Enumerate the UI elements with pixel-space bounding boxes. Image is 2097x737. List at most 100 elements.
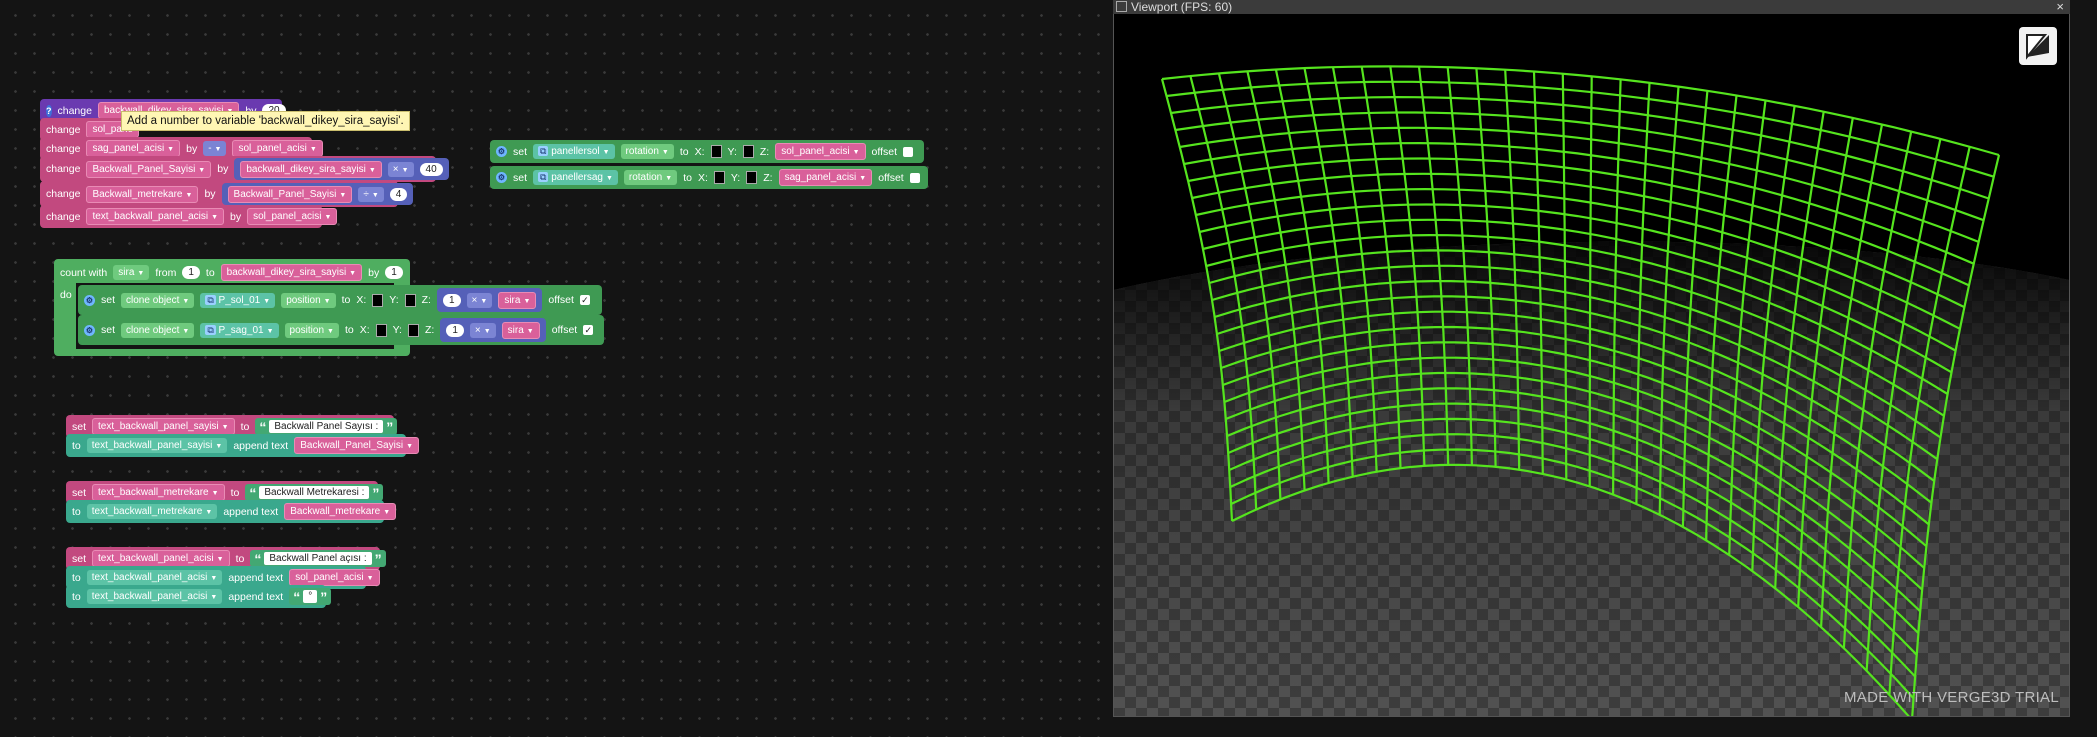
gear-icon[interactable]: ⚙ <box>84 324 95 336</box>
variable-dropdown[interactable]: Backwall_Panel_Sayisi ▼ <box>86 160 212 178</box>
object-dropdown[interactable]: ⧉ panellersag ▼ <box>533 170 618 185</box>
math-block[interactable]: 1 × ▼ sira ▼ <box>440 318 546 342</box>
operator-dropdown[interactable]: × ▼ <box>466 292 493 308</box>
append-text-block-1[interactable]: to text_backwall_panel_sayisi ▼ append te… <box>66 434 419 457</box>
variable-dropdown[interactable]: text_backwall_panel_acisi ▼ <box>86 589 223 604</box>
3d-viewport[interactable]: MADE WITH VERGE3D TRIAL <box>1113 0 2070 717</box>
string-field[interactable]: Backwall Metrekaresi : <box>259 486 370 499</box>
property-dropdown[interactable]: position ▼ <box>281 292 336 308</box>
offset-checkbox[interactable] <box>903 146 914 157</box>
object-dropdown[interactable]: ⧉ P_sag_01 ▼ <box>200 322 279 338</box>
set-rotation-block-1[interactable]: ⚙ set ⧉ panellersol ▼ rotation ▼ to X: Y: … <box>490 140 924 163</box>
x-input[interactable] <box>375 323 387 337</box>
viewport-titlebar[interactable]: Viewport (FPS: 60) × <box>1113 0 2070 14</box>
variable-dropdown[interactable]: text_backwall_panel_sayisi ▼ <box>92 418 235 435</box>
variable-dropdown[interactable]: text_backwall_panel_acisi ▼ <box>86 570 223 585</box>
string-field[interactable]: Backwall Panel Sayısı : <box>269 420 384 433</box>
variable-dropdown[interactable]: Backwall_Panel_Sayisi ▼ <box>294 437 419 454</box>
property-dropdown[interactable]: position ▼ <box>284 322 339 338</box>
y-input[interactable] <box>742 145 754 158</box>
number-field[interactable]: 1 <box>442 293 461 307</box>
append-text-block-2[interactable]: to text_backwall_metrekare ▼ append text … <box>66 500 397 523</box>
close-icon[interactable]: × <box>2056 0 2064 13</box>
variable-dropdown[interactable]: Backwall_metrekare ▼ <box>86 185 199 203</box>
object-dropdown[interactable]: ⧉ panellersol ▼ <box>533 144 615 159</box>
variable-dropdown[interactable]: sol_panel_acisi ▼ <box>775 143 866 160</box>
offset-checkbox[interactable]: ✓ <box>579 295 590 305</box>
variable-dropdown[interactable]: Backwall_Panel_Sayisi ▼ <box>227 185 353 203</box>
clone-dropdown[interactable]: clone object ▼ <box>121 292 195 308</box>
gear-icon[interactable]: ⚙ <box>496 172 507 183</box>
number-field[interactable]: 1 <box>446 323 464 337</box>
viewport-canvas[interactable] <box>1114 15 2069 717</box>
variable-dropdown[interactable]: text_backwall_panel_sayisi ▼ <box>86 438 228 453</box>
by-field[interactable]: 1 <box>385 266 403 279</box>
string-block[interactable]: “Backwall Panel açısı :” <box>250 550 386 567</box>
set-position-block-2[interactable]: ⚙ set clone object ▼ ⧉ P_sag_01 ▼ position… <box>78 315 604 345</box>
math-block[interactable]: 1 × ▼ sira ▼ <box>436 288 543 312</box>
string-block[interactable]: “°” <box>289 588 332 605</box>
do-label: do <box>60 289 72 301</box>
variable-dropdown[interactable]: text_backwall_metrekare ▼ <box>92 484 225 501</box>
z-label: Z: <box>759 145 770 158</box>
offset-checkbox[interactable]: ✓ <box>583 325 594 335</box>
keyword: append text <box>228 590 284 603</box>
math-block[interactable]: backwall_dikey_sira_sayisi ▼ × ▼ 40 <box>234 158 449 180</box>
keyword: by <box>204 188 216 200</box>
object-icon: ⧉ <box>538 172 549 182</box>
from-field[interactable]: 1 <box>182 266 200 279</box>
string-block[interactable]: “Backwall Panel Sayısı :” <box>255 418 398 435</box>
clone-dropdown[interactable]: clone object ▼ <box>121 322 195 338</box>
set-rotation-block-2[interactable]: ⚙ set ⧉ panellersag ▼ rotation ▼ to X: Y: … <box>490 166 928 189</box>
variable-dropdown[interactable]: text_backwall_panel_acisi ▼ <box>86 208 225 225</box>
variable-dropdown[interactable]: sira ▼ <box>498 291 537 309</box>
variable-dropdown[interactable]: sag_panel_acisi ▼ <box>86 140 181 157</box>
loop-variable-dropdown[interactable]: sira ▼ <box>113 265 150 280</box>
change-block-6[interactable]: change text_backwall_panel_acisi ▼ by sol… <box>40 205 338 228</box>
change-block-4[interactable]: change Backwall_Panel_Sayisi ▼ by backwal… <box>40 156 449 182</box>
variable-dropdown[interactable]: sol_panel_acisi ▼ <box>289 569 380 586</box>
variable-dropdown[interactable]: Backwall_metrekare ▼ <box>284 503 397 520</box>
number-field[interactable]: 4 <box>389 187 408 201</box>
x-input[interactable] <box>372 293 384 307</box>
y-input[interactable] <box>404 293 416 307</box>
y-input[interactable] <box>746 171 758 184</box>
set-position-block-1[interactable]: ⚙ set clone object ▼ ⧉ P_sol_01 ▼ position… <box>78 285 602 315</box>
variable-dropdown[interactable]: sira ▼ <box>501 321 540 339</box>
gear-icon[interactable]: ⚙ <box>496 146 507 157</box>
operator-dropdown[interactable]: - ▼ <box>203 141 227 156</box>
help-icon[interactable]: ? <box>46 104 52 117</box>
number-field[interactable]: 40 <box>419 162 443 176</box>
math-block[interactable]: Backwall_Panel_Sayisi ▼ ÷ ▼ 4 <box>221 183 414 205</box>
string-field[interactable]: Backwall Panel açısı : <box>264 552 372 565</box>
operator-dropdown[interactable]: × ▼ <box>387 161 414 177</box>
variable-dropdown[interactable]: text_backwall_panel_acisi ▼ <box>92 550 230 567</box>
variable-dropdown[interactable]: backwall_dikey_sira_sayisi▼ <box>220 264 363 281</box>
blockly-workspace[interactable]: ? change backwall_dikey_sira_sayisi▼ by … <box>0 0 1113 737</box>
keyword: change <box>46 163 81 175</box>
append-text-block-4[interactable]: to text_backwall_panel_acisi ▼ append tex… <box>66 585 332 608</box>
z-label: Z: <box>424 324 435 336</box>
operator-dropdown[interactable]: ÷ ▼ <box>358 186 384 202</box>
variable-dropdown[interactable]: sol_panel_acisi ▼ <box>232 140 323 157</box>
change-block-5[interactable]: change Backwall_metrekare ▼ by Backwall_P… <box>40 181 414 207</box>
string-block[interactable]: “Backwall Metrekaresi :” <box>245 484 384 501</box>
variable-dropdown[interactable]: backwall_dikey_sira_sayisi▼ <box>240 160 382 178</box>
keyword: change <box>46 210 81 223</box>
y-input[interactable] <box>407 323 419 337</box>
y-label: Y: <box>727 145 737 158</box>
fullscreen-button[interactable] <box>2019 27 2057 65</box>
gear-icon[interactable]: ⚙ <box>84 294 95 306</box>
property-dropdown[interactable]: rotation ▼ <box>623 170 678 185</box>
property-dropdown[interactable]: rotation ▼ <box>620 144 674 159</box>
variable-dropdown[interactable]: sol_panel_acisi ▼ <box>247 208 338 225</box>
string-field[interactable]: ° <box>303 590 318 603</box>
object-dropdown[interactable]: ⧉ P_sol_01 ▼ <box>200 292 276 308</box>
keyword: to <box>205 266 215 279</box>
x-input[interactable] <box>713 171 725 184</box>
variable-dropdown[interactable]: text_backwall_metrekare ▼ <box>86 504 218 519</box>
variable-dropdown[interactable]: sag_panel_acisi ▼ <box>778 169 873 186</box>
x-input[interactable] <box>710 145 722 158</box>
operator-dropdown[interactable]: × ▼ <box>469 322 496 338</box>
offset-checkbox[interactable] <box>909 172 920 183</box>
